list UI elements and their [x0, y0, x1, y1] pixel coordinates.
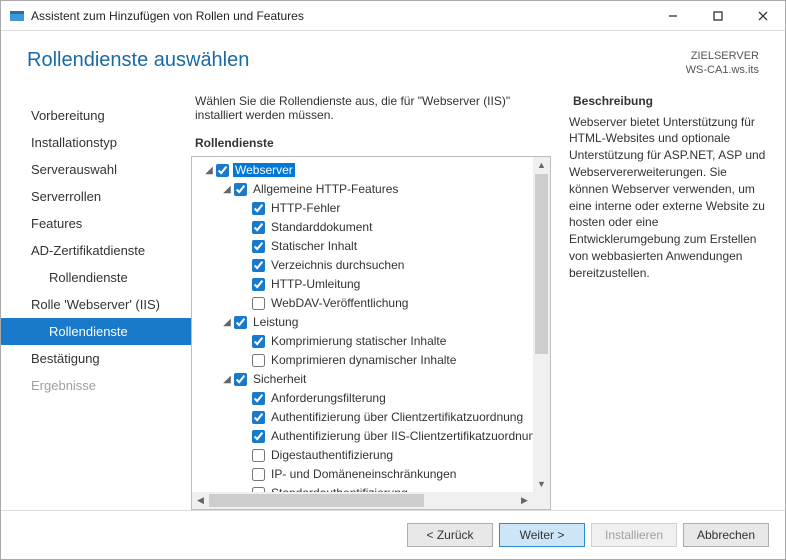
- scroll-left-icon[interactable]: ◀: [192, 492, 209, 509]
- tree-node-label[interactable]: Leistung: [251, 315, 300, 329]
- tree-node[interactable]: ◢ Leistung: [194, 313, 531, 332]
- tree-node-label[interactable]: Standarddokument: [269, 220, 374, 234]
- tree-node-label[interactable]: HTTP-Fehler: [269, 201, 342, 215]
- tree-node-label[interactable]: Authentifizierung über IIS-Clientzertifi…: [269, 429, 533, 443]
- tree-checkbox[interactable]: [234, 316, 247, 329]
- tree-node[interactable]: Authentifizierung über Clientzertifikatz…: [194, 408, 531, 427]
- wizard-nav: VorbereitungInstallationstypServerauswah…: [1, 94, 191, 510]
- scroll-right-icon[interactable]: ▶: [516, 492, 533, 509]
- services-label: Rollendienste: [191, 136, 551, 150]
- wizard-footer: < Zurück Weiter > Installieren Abbrechen: [1, 510, 785, 559]
- nav-step[interactable]: Features: [1, 210, 191, 237]
- tree-checkbox[interactable]: [252, 240, 265, 253]
- tree-node-label[interactable]: HTTP-Umleitung: [269, 277, 362, 291]
- tree-node[interactable]: Verzeichnis durchsuchen: [194, 256, 531, 275]
- tree-node-label[interactable]: WebDAV-Veröffentlichung: [269, 296, 410, 310]
- tree-vertical-scrollbar[interactable]: ▲ ▼: [533, 157, 550, 492]
- install-button[interactable]: Installieren: [591, 523, 677, 547]
- tree-node-label[interactable]: Sicherheit: [251, 372, 308, 386]
- tree-checkbox[interactable]: [252, 392, 265, 405]
- scroll-corner: [533, 492, 550, 509]
- nav-step[interactable]: Bestätigung: [1, 345, 191, 372]
- tree-node[interactable]: WebDAV-Veröffentlichung: [194, 294, 531, 313]
- page-header: Rollendienste auswählen ZIELSERVER WS-CA…: [1, 31, 785, 84]
- tree-checkbox[interactable]: [216, 164, 229, 177]
- tree-checkbox[interactable]: [252, 354, 265, 367]
- tree-node-label[interactable]: Verzeichnis durchsuchen: [269, 258, 406, 272]
- tree-checkbox[interactable]: [252, 430, 265, 443]
- tree-node-label[interactable]: Allgemeine HTTP-Features: [251, 182, 400, 196]
- tree-node[interactable]: IP- und Domäneneinschränkungen: [194, 465, 531, 484]
- tree-checkbox[interactable]: [252, 202, 265, 215]
- destination-value: WS-CA1.ws.its: [686, 63, 759, 77]
- tree-checkbox[interactable]: [252, 449, 265, 462]
- nav-step[interactable]: AD-Zertifikatdienste: [1, 237, 191, 264]
- nav-step[interactable]: Serverrollen: [1, 183, 191, 210]
- role-services-tree: ◢ Webserver ◢ Allgemeine HTTP-Features HTTP-…: [191, 156, 551, 510]
- tree-node[interactable]: Komprimierung statischer Inhalte: [194, 332, 531, 351]
- minimize-button[interactable]: [650, 1, 695, 30]
- tree-checkbox[interactable]: [252, 297, 265, 310]
- tree-checkbox[interactable]: [252, 221, 265, 234]
- nav-step[interactable]: Rolle 'Webserver' (IIS): [1, 291, 191, 318]
- nav-step[interactable]: Installationstyp: [1, 129, 191, 156]
- tree-node[interactable]: Standarddokument: [194, 218, 531, 237]
- nav-step: Ergebnisse: [1, 372, 191, 399]
- scroll-thumb[interactable]: [535, 174, 548, 355]
- titlebar: Assistent zum Hinzufügen von Rollen und …: [1, 1, 785, 31]
- collapse-icon[interactable]: ◢: [220, 317, 234, 328]
- nav-step[interactable]: Rollendienste: [1, 264, 191, 291]
- tree-node-label[interactable]: Statischer Inhalt: [269, 239, 359, 253]
- tree-node[interactable]: Statischer Inhalt: [194, 237, 531, 256]
- tree-node-label[interactable]: Anforderungsfilterung: [269, 391, 388, 405]
- collapse-icon[interactable]: ◢: [220, 374, 234, 385]
- intro-text: Wählen Sie die Rollendienste aus, die fü…: [191, 94, 551, 122]
- wizard-window: Assistent zum Hinzufügen von Rollen und …: [0, 0, 786, 560]
- tree-node[interactable]: Authentifizierung über IIS-Clientzertifi…: [194, 427, 531, 446]
- tree-node[interactable]: ◢ Sicherheit: [194, 370, 531, 389]
- nav-step[interactable]: Vorbereitung: [1, 102, 191, 129]
- tree-node[interactable]: Komprimieren dynamischer Inhalte: [194, 351, 531, 370]
- tree-node[interactable]: ◢ Webserver: [194, 161, 531, 180]
- close-button[interactable]: [740, 1, 785, 30]
- tree-node[interactable]: Anforderungsfilterung: [194, 389, 531, 408]
- destination-label: ZIELSERVER: [686, 49, 759, 63]
- scroll-down-icon[interactable]: ▼: [533, 475, 550, 492]
- tree-node-label[interactable]: IP- und Domäneneinschränkungen: [269, 467, 458, 481]
- next-button[interactable]: Weiter >: [499, 523, 585, 547]
- tree-checkbox[interactable]: [234, 183, 247, 196]
- tree-checkbox[interactable]: [252, 335, 265, 348]
- destination-server: ZIELSERVER WS-CA1.ws.its: [686, 49, 759, 78]
- tree-node-label[interactable]: Digestauthentifizierung: [269, 448, 395, 462]
- back-button[interactable]: < Zurück: [407, 523, 493, 547]
- maximize-button[interactable]: [695, 1, 740, 30]
- collapse-icon[interactable]: ◢: [220, 184, 234, 195]
- cancel-button[interactable]: Abbrechen: [683, 523, 769, 547]
- tree-node[interactable]: ◢ Allgemeine HTTP-Features: [194, 180, 531, 199]
- tree-node-label[interactable]: Komprimieren dynamischer Inhalte: [269, 353, 458, 367]
- tree-checkbox[interactable]: [252, 468, 265, 481]
- description-label: Beschreibung: [569, 94, 769, 108]
- window-title: Assistent zum Hinzufügen von Rollen und …: [31, 9, 650, 23]
- tree-node[interactable]: Standardauthentifizierung: [194, 484, 531, 492]
- tree-horizontal-scrollbar[interactable]: ◀ ▶: [192, 492, 533, 509]
- page-title: Rollendienste auswählen: [27, 49, 686, 72]
- tree-node-label[interactable]: Authentifizierung über Clientzertifikatz…: [269, 410, 525, 424]
- collapse-icon[interactable]: ◢: [202, 165, 216, 176]
- scroll-up-icon[interactable]: ▲: [533, 157, 550, 174]
- tree-checkbox[interactable]: [252, 278, 265, 291]
- tree-node[interactable]: Digestauthentifizierung: [194, 446, 531, 465]
- tree-checkbox[interactable]: [252, 411, 265, 424]
- nav-step[interactable]: Serverauswahl: [1, 156, 191, 183]
- app-icon: [9, 8, 25, 24]
- nav-step[interactable]: Rollendienste: [1, 318, 191, 345]
- tree-node-label[interactable]: Komprimierung statischer Inhalte: [269, 334, 448, 348]
- tree-node[interactable]: HTTP-Umleitung: [194, 275, 531, 294]
- tree-node-label[interactable]: Webserver: [233, 163, 295, 177]
- tree-checkbox[interactable]: [252, 259, 265, 272]
- scroll-thumb-h[interactable]: [209, 494, 424, 507]
- tree-checkbox[interactable]: [234, 373, 247, 386]
- tree-node[interactable]: HTTP-Fehler: [194, 199, 531, 218]
- description-text: Webserver bietet Unterstützung für HTML-…: [569, 114, 769, 282]
